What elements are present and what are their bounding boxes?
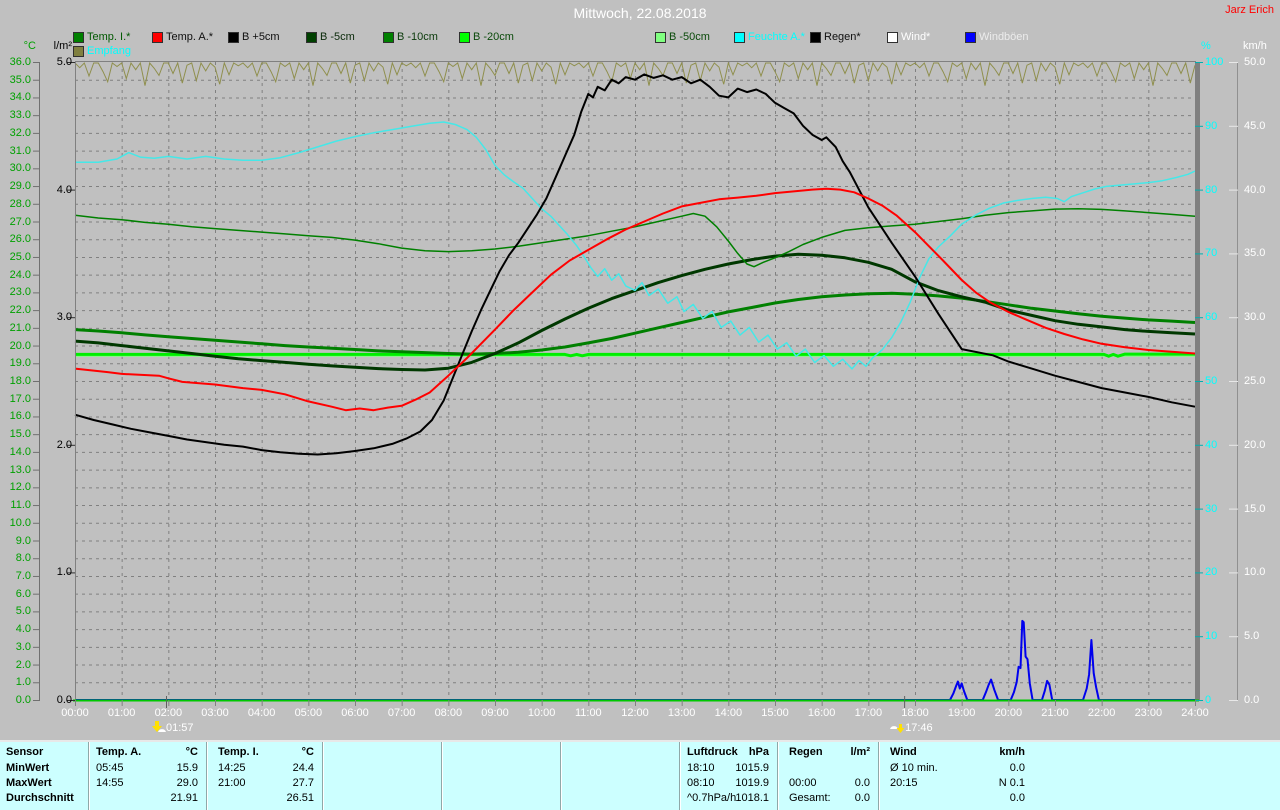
table-divider-highlight: [442, 742, 443, 810]
table-divider-highlight: [561, 742, 562, 810]
table-cell-value: 21.91: [170, 792, 198, 804]
marker-time: 01:57: [166, 722, 194, 734]
marker-sunrise: 01:57: [152, 721, 194, 735]
table-divider-highlight: [323, 742, 324, 810]
table-divider-highlight: [879, 742, 880, 810]
table-col-unit: hPa: [748, 746, 769, 758]
table-cell-value: 26.51: [286, 792, 314, 804]
table-row-header: Durchschnitt: [6, 792, 74, 804]
sunrise-icon: [152, 721, 166, 732]
table-row-header: MinWert: [6, 762, 50, 774]
table-col-unit: l/m²: [850, 746, 870, 758]
table-divider-highlight: [89, 742, 90, 810]
table-col-unit: km/h: [999, 746, 1025, 758]
stats-table: Sensor MinWert MaxWert Durchschnitt Temp. A.…: [0, 740, 1280, 810]
sunset-icon: [890, 724, 905, 733]
table-cell-value: 0.0: [854, 792, 870, 804]
sun-markers: 01:57 17:46: [0, 0, 1280, 742]
weather-chart-window: Mittwoch, 22.08.2018 Jarz Erich °C l/m² …: [0, 0, 1280, 810]
table-cell-value: 1019.9: [735, 777, 769, 789]
table-cell-value: 1018.1: [735, 792, 769, 804]
table-cell-value: 0.0: [1009, 792, 1025, 804]
table-cell-value: 0.0: [854, 777, 870, 789]
table-cell-value: 1015.9: [735, 762, 769, 774]
table-cell-value: 29.0: [176, 777, 198, 789]
table-cell-value: 27.7: [292, 777, 314, 789]
table-cell-value: 15.9: [176, 762, 198, 774]
table-cell-value: 0.0: [1009, 762, 1025, 774]
table-divider-highlight: [778, 742, 779, 810]
table-divider-highlight: [680, 742, 681, 810]
table-cell-value: 24.4: [292, 762, 314, 774]
table-col-unit: °C: [301, 746, 314, 758]
table-cell-value: N 0.1: [998, 777, 1025, 789]
table-divider-highlight: [207, 742, 208, 810]
table-row-header: MaxWert: [6, 777, 52, 789]
table-col-title: Wind: [890, 746, 917, 758]
marker-time: 17:46: [905, 722, 933, 734]
marker-sunset: 17:46: [890, 721, 933, 735]
table-col-unit: °C: [185, 746, 198, 758]
table-row-header: Sensor: [6, 746, 44, 758]
